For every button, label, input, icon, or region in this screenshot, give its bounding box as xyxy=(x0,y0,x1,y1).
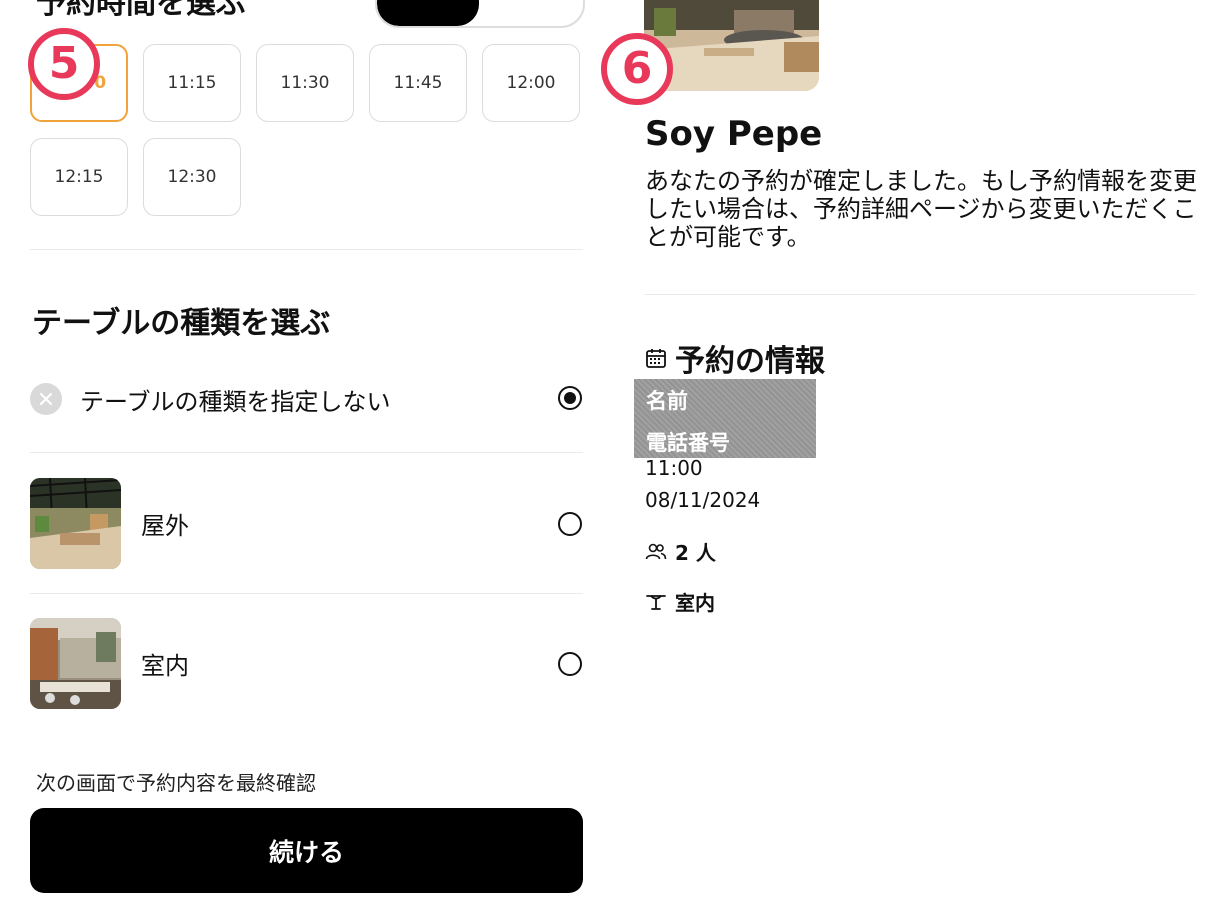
divider xyxy=(644,294,1196,295)
table-option-indoor-label: 室内 xyxy=(141,652,189,680)
table-type-row: 室内 xyxy=(645,587,715,616)
table-option-outdoor-label: 屋外 xyxy=(141,512,189,540)
table-option-indoor[interactable]: 室内 xyxy=(30,618,583,709)
party-size: 2 人 xyxy=(675,541,716,565)
reservation-info-heading: 予約の情報 xyxy=(645,336,825,380)
radio-indoor[interactable] xyxy=(558,652,582,676)
table-icon xyxy=(646,594,666,610)
radio-none[interactable] xyxy=(558,386,582,410)
confirmation-message: あなたの予約が確定しました。もし予約情報を変更したい場合は、予約詳細ページから変… xyxy=(645,167,1197,251)
calendar-icon xyxy=(645,347,667,369)
table-type: 室内 xyxy=(675,591,715,615)
table-option-none-label: テーブルの種類を指定しない xyxy=(80,387,391,416)
table-option-outdoor[interactable]: 屋外 xyxy=(30,478,583,569)
redacted-personal-info: 名前 電話番号 xyxy=(634,379,816,458)
phone-label: 電話番号 xyxy=(646,431,730,455)
time-slot-1115[interactable]: 11:15 xyxy=(143,44,241,122)
reservation-time: 11:00 xyxy=(645,456,703,480)
close-icon xyxy=(30,383,62,415)
people-icon xyxy=(645,543,667,559)
divider xyxy=(30,593,583,594)
table-option-none[interactable]: テーブルの種類を指定しない xyxy=(30,383,583,416)
reservation-date: 08/11/2024 xyxy=(645,488,761,512)
step-badge-6: 6 xyxy=(601,33,673,105)
time-slot-1230[interactable]: 12:30 xyxy=(143,138,241,216)
final-confirm-note: 次の画面で予約内容を最終確認 xyxy=(36,771,316,795)
time-slot-1215[interactable]: 12:15 xyxy=(30,138,128,216)
divider xyxy=(30,249,583,250)
outdoor-photo xyxy=(30,478,121,569)
divider xyxy=(30,452,583,453)
radio-outdoor[interactable] xyxy=(558,512,582,536)
step-badge-5: 5 xyxy=(28,28,100,100)
table-section-title: テーブルの種類を選ぶ xyxy=(32,306,331,341)
restaurant-name: Soy Pepe xyxy=(645,114,823,154)
continue-button[interactable]: 続ける xyxy=(30,808,583,893)
time-slot-1130[interactable]: 11:30 xyxy=(256,44,354,122)
indoor-photo xyxy=(30,618,121,709)
time-slot-1145[interactable]: 11:45 xyxy=(369,44,467,122)
view-toggle[interactable] xyxy=(375,0,585,28)
reservation-info-title: 予約の情報 xyxy=(675,344,825,379)
name-label: 名前 xyxy=(646,389,688,413)
party-size-row: 2 人 xyxy=(645,537,716,566)
time-section-title: 予約時間を選ぶ xyxy=(36,0,246,21)
time-slot-1200[interactable]: 12:00 xyxy=(482,44,580,122)
